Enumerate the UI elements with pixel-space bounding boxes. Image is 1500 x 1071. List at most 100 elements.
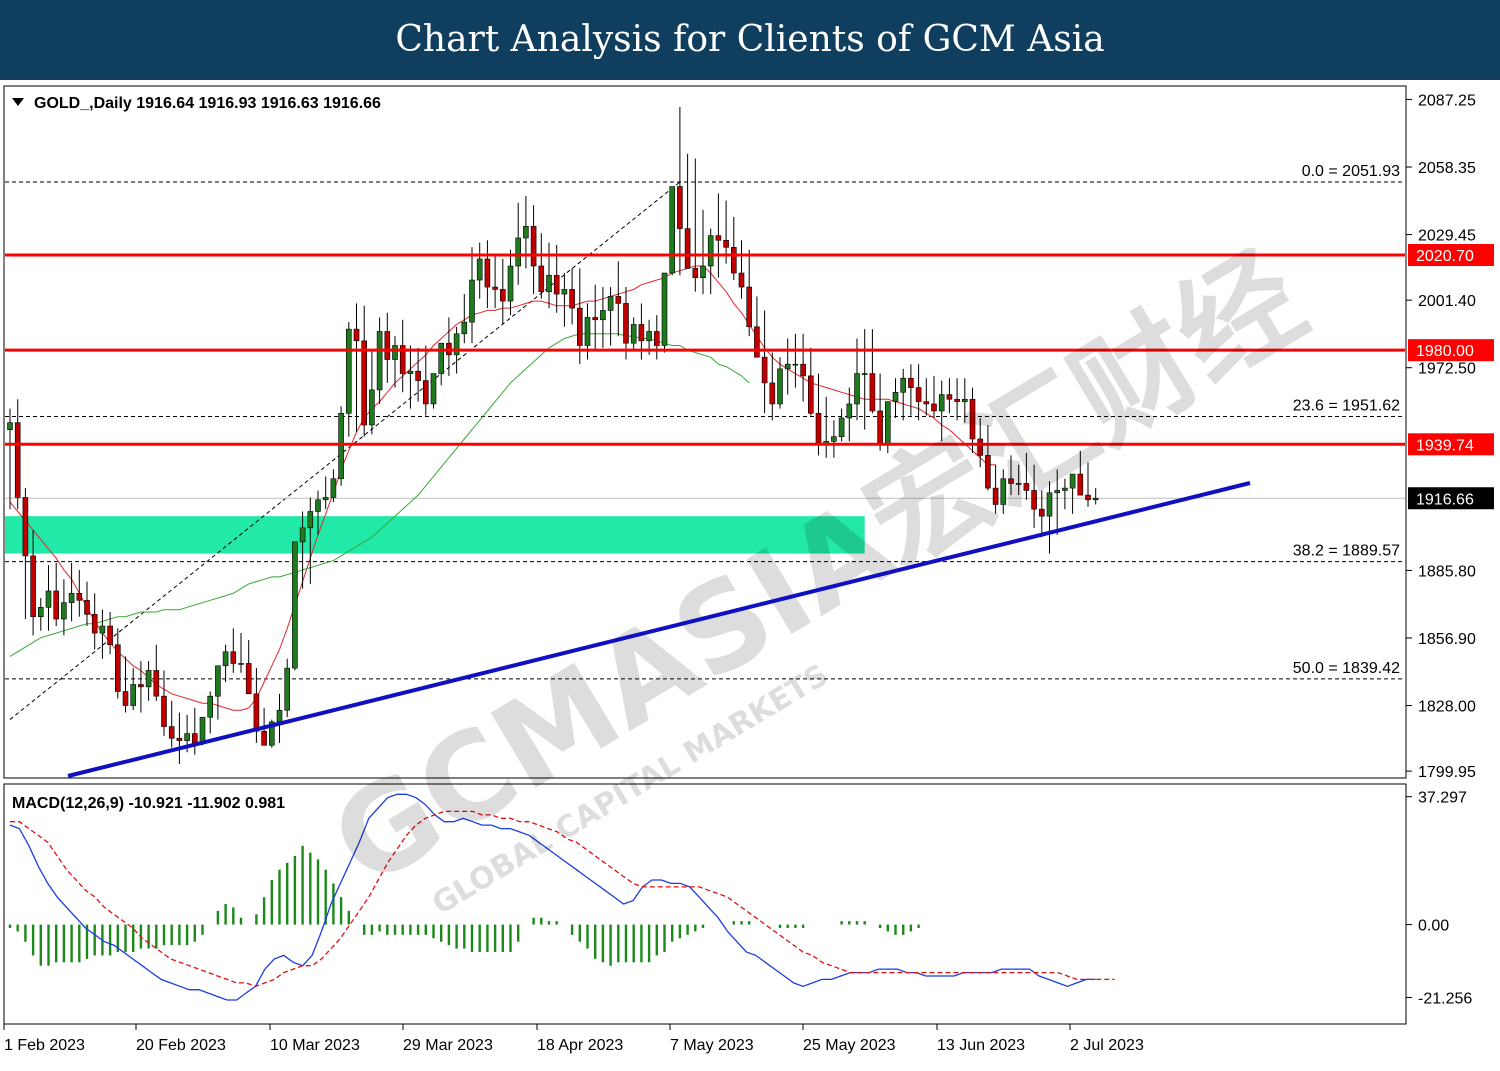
candle-body: [53, 590, 60, 620]
resistance-tag: 1939.74: [1416, 437, 1474, 454]
candle-body: [76, 593, 83, 601]
chart-canvas: 0.0 = 2051.93 23.6 = 1951.62 38.2 = 1889.5…: [3, 85, 1494, 1054]
fib-level-label: 50.0 = 1839.42: [1293, 660, 1400, 677]
candle-body: [684, 228, 691, 269]
candle-body: [153, 670, 160, 697]
x-tick-label: 1 Feb 2023: [4, 1037, 85, 1054]
candle-body: [754, 326, 760, 358]
candle-body: [138, 684, 144, 688]
candle-body: [376, 331, 383, 391]
candle-body: [854, 373, 860, 405]
candle-body: [815, 412, 822, 444]
candle-body: [407, 370, 414, 374]
candle-body: [392, 345, 398, 360]
candle-body: [715, 235, 722, 241]
candle-body: [538, 265, 545, 293]
x-tick-label: 13 Jun 2023: [937, 1037, 1025, 1054]
candle-body: [461, 321, 468, 335]
candle-body: [315, 499, 321, 512]
y-tick-label: 1972.50: [1418, 361, 1476, 378]
x-tick-label: 29 Mar 2023: [403, 1037, 493, 1054]
macd-y-tick-label: -21.256: [1418, 990, 1472, 1007]
candle-body: [615, 296, 622, 304]
candle-body: [515, 237, 522, 267]
candle-body: [1085, 494, 1091, 501]
macd-y-tick-label: 37.297: [1418, 790, 1467, 807]
candle-body: [954, 398, 960, 402]
candle-body: [122, 691, 129, 706]
candle-body: [292, 541, 298, 669]
candle-body: [931, 403, 937, 412]
candle-body: [869, 373, 876, 412]
candle-body: [831, 436, 837, 442]
candle-body: [669, 186, 676, 274]
y-tick-label: 2029.45: [1418, 228, 1476, 245]
fib-level-label: 38.2 = 1889.57: [1293, 543, 1400, 560]
candle-body: [361, 340, 368, 426]
candle-body: [230, 651, 237, 664]
candle-body: [592, 317, 599, 321]
candle-body: [115, 644, 121, 692]
candle-body: [761, 356, 768, 384]
candle-body: [938, 394, 945, 412]
candle-body: [192, 733, 198, 744]
candle-body: [430, 373, 437, 405]
candle-body: [84, 600, 90, 615]
candle-body: [222, 651, 229, 667]
candle-body: [908, 377, 914, 388]
candle-body: [777, 368, 783, 405]
candle-body: [7, 422, 13, 430]
candle-body: [161, 695, 167, 727]
candle-body: [523, 225, 529, 239]
candle-body: [677, 186, 683, 229]
candle-body: [630, 324, 637, 344]
candle-body: [338, 412, 344, 480]
candle-body: [900, 377, 907, 393]
candle-body: [546, 275, 552, 293]
x-tick-label: 10 Mar 2023: [270, 1037, 360, 1054]
candle-body: [207, 695, 213, 718]
candle-body: [238, 663, 244, 665]
candle-body: [199, 716, 206, 744]
candle-body: [30, 555, 36, 617]
candle-body: [661, 272, 668, 346]
candle-body: [861, 373, 868, 375]
y-tick-label: 1799.95: [1418, 764, 1476, 781]
candle-body: [453, 333, 460, 356]
candle-body: [284, 667, 291, 711]
candle-body: [261, 730, 267, 746]
candle-body: [499, 289, 506, 302]
fib-level-label: 0.0 = 2051.93: [1302, 163, 1400, 180]
candle-body: [492, 286, 498, 290]
candle-body: [91, 614, 98, 634]
candle-body: [653, 331, 660, 346]
candle-body: [130, 684, 136, 706]
candle-body: [623, 303, 629, 344]
candle-body: [638, 324, 645, 342]
candle-body: [784, 363, 791, 370]
candle-body: [553, 275, 560, 295]
candle-body: [253, 693, 260, 732]
candle-body: [569, 289, 575, 309]
y-tick-label: 2001.40: [1418, 293, 1476, 310]
candle-body: [507, 265, 514, 302]
candle-body: [838, 417, 845, 437]
macd-info: MACD(12,26,9) -10.921 -11.902 0.981: [12, 795, 285, 812]
candle-body: [769, 382, 776, 405]
candle-body: [692, 268, 699, 279]
candle-body: [584, 317, 591, 346]
candle-body: [923, 401, 930, 405]
candle-body: [646, 331, 652, 342]
y-tick-label: 1885.80: [1418, 563, 1476, 580]
candle-body: [600, 310, 606, 321]
x-tick-label: 25 May 2023: [803, 1037, 896, 1054]
candle-body: [800, 363, 806, 377]
candle-body: [730, 247, 737, 274]
candle-body: [45, 590, 52, 608]
last-price-tag: 1916.66: [1416, 491, 1474, 508]
candle-body: [1092, 497, 1099, 501]
candle-body: [145, 670, 152, 688]
y-tick-label: 1856.90: [1418, 631, 1476, 648]
candle-body: [22, 497, 29, 557]
x-tick-label: 2 Jul 2023: [1070, 1037, 1144, 1054]
